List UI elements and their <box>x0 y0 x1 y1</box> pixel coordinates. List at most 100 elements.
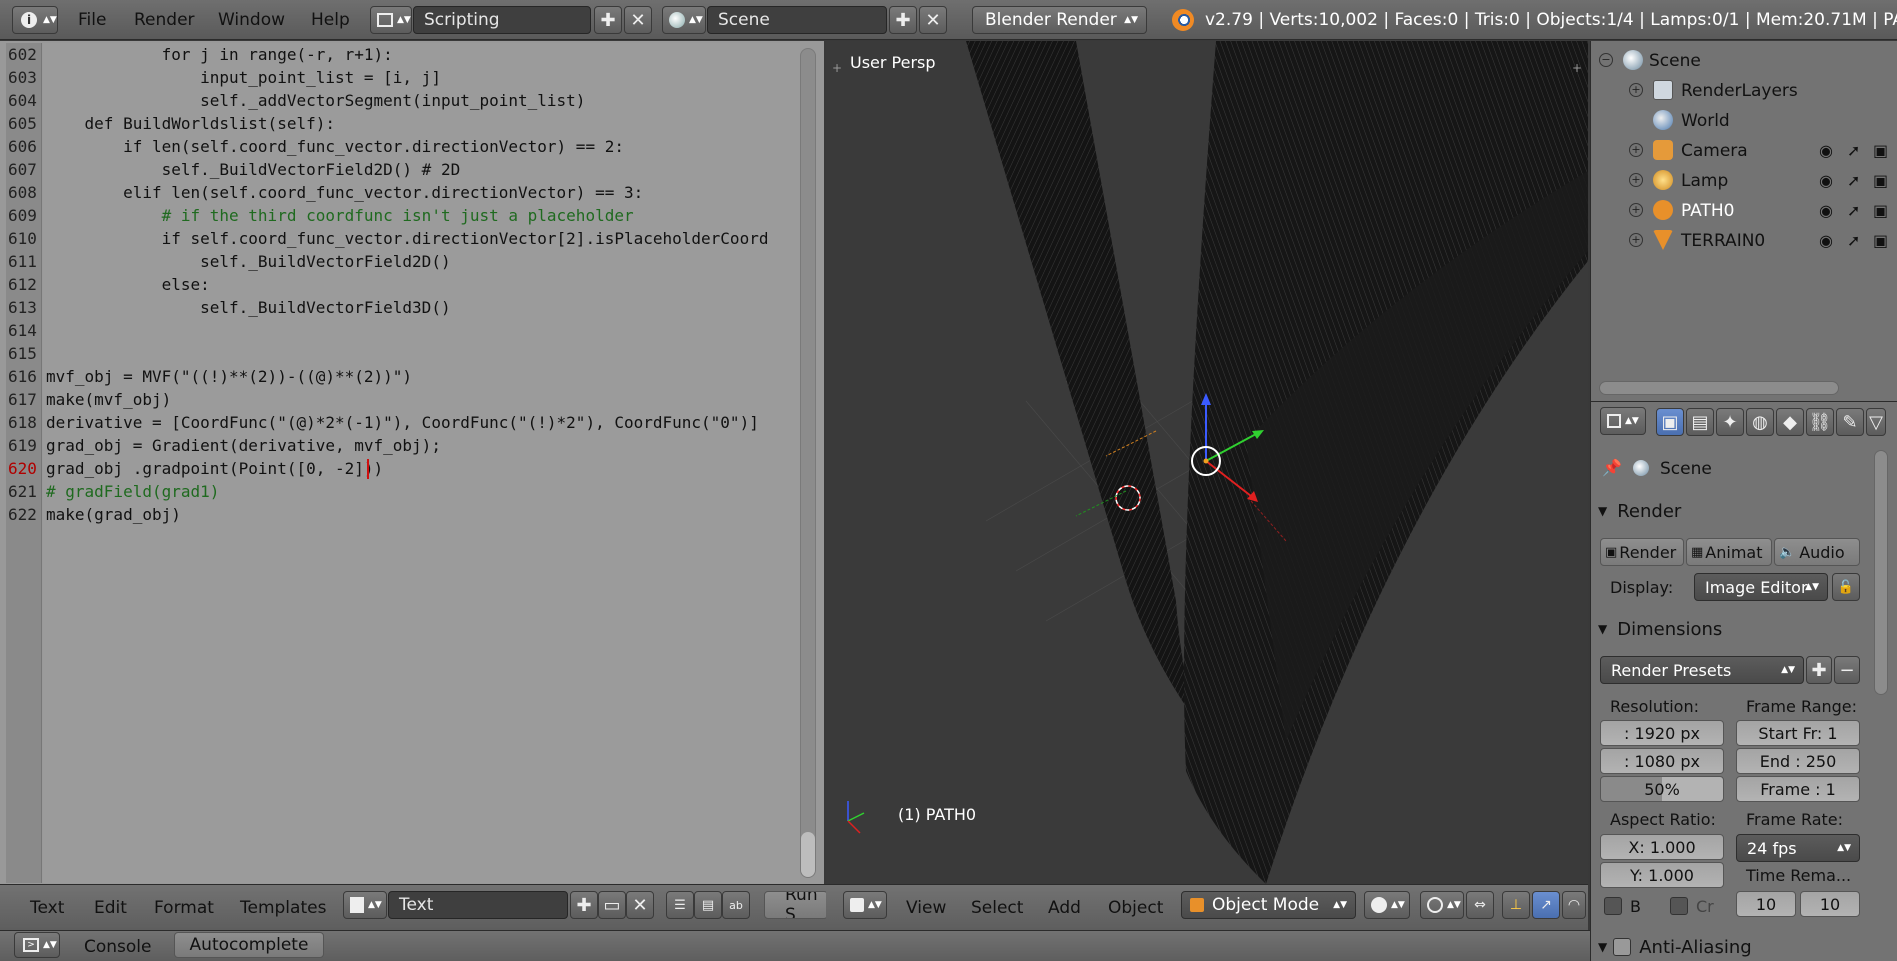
scene-tab-icon[interactable]: ✦ <box>1716 408 1744 436</box>
autocomplete-button[interactable]: Autocomplete <box>174 932 324 958</box>
anti-aliasing-panel-header[interactable]: ▼ Anti-Aliasing <box>1598 930 1878 961</box>
code-line-613[interactable]: self._BuildVectorField3D() <box>46 298 450 317</box>
menu-file[interactable]: File <box>78 10 106 30</box>
properties-scrollbar[interactable] <box>1874 450 1888 695</box>
add-preset-button[interactable]: ✚ <box>1806 656 1832 684</box>
rotate-manipulator[interactable]: ↗ <box>1532 891 1560 919</box>
outliner-row-scene[interactable]: − Scene <box>1591 45 1897 75</box>
expand-icon[interactable]: + <box>1629 83 1643 97</box>
border-checkbox[interactable] <box>1604 897 1622 915</box>
screen-layout-field[interactable]: Scripting <box>413 6 591 34</box>
display-select[interactable]: Image Editor ▲▼ <box>1694 573 1828 601</box>
dimensions-panel-header[interactable]: ▼ Dimensions <box>1598 612 1878 646</box>
resolution-y-field[interactable]: : 1080 px <box>1600 748 1724 774</box>
code-line-603[interactable]: input_point_list = [i, j] <box>46 68 441 87</box>
menu-edit[interactable]: Edit <box>94 898 127 918</box>
menu-templates[interactable]: Templates <box>240 898 326 918</box>
aspect-y-field[interactable]: Y: 1.000 <box>1600 862 1724 888</box>
console-editor-type-button[interactable]: > ▲▼ <box>14 932 60 958</box>
outliner-row-path0[interactable]: + PATH0 ◉ ➚ ▣ <box>1591 195 1897 225</box>
remove-preset-button[interactable]: − <box>1834 656 1860 684</box>
object-tab-icon[interactable]: ◆ <box>1776 408 1804 436</box>
code-line-622[interactable]: make(grad_obj) <box>46 505 181 524</box>
3d-viewport[interactable]: User Persp (1) PATH0 + + <box>826 41 1588 884</box>
eye-icon[interactable]: ◉ <box>1819 231 1833 250</box>
open-text-button[interactable]: ▭ <box>598 891 626 919</box>
code-line-611[interactable]: self._BuildVectorField2D() <box>46 252 450 271</box>
constraints-tab-icon[interactable]: ⛓ <box>1806 408 1834 436</box>
editor-scrollbar-thumb[interactable] <box>801 832 815 877</box>
resolution-percentage-field[interactable]: 50% <box>1600 776 1724 802</box>
render-panel-header[interactable]: ▼ Render <box>1598 494 1878 528</box>
outliner-row-lamp[interactable]: + Lamp ◉ ➚ ▣ <box>1591 165 1897 195</box>
code-line-605[interactable]: def BuildWorldslist(self): <box>46 114 335 133</box>
render-camera-icon[interactable]: ▣ <box>1873 231 1888 250</box>
start-frame-field[interactable]: Start Fr: 1 <box>1736 720 1860 746</box>
render-button[interactable]: ▣ Render <box>1600 538 1684 566</box>
editor-scrollbar[interactable] <box>800 48 816 878</box>
modifiers-tab-icon[interactable]: ✎ <box>1836 408 1864 436</box>
console-menu[interactable]: Console <box>84 937 152 957</box>
syntax-highlight-toggle[interactable]: ab <box>722 891 750 919</box>
menu-render[interactable]: Render <box>134 10 195 30</box>
code-line-609[interactable]: # if the third coordfunc isn't just a pl… <box>46 206 634 225</box>
expand-icon[interactable]: + <box>1629 143 1643 157</box>
time-old-field[interactable]: 10 <box>1736 891 1796 917</box>
end-frame-field[interactable]: End : 250 <box>1736 748 1860 774</box>
remove-scene-button[interactable]: ✕ <box>919 6 947 34</box>
cursor-select-icon[interactable]: ➚ <box>1847 201 1860 220</box>
corner-plus-icon[interactable]: + <box>832 61 842 75</box>
code-line-604[interactable]: self._addVectorSegment(input_point_list) <box>46 91 585 110</box>
expand-icon[interactable]: + <box>1629 173 1643 187</box>
menu-format[interactable]: Format <box>154 898 214 918</box>
outliner-row-renderlayers[interactable]: + RenderLayers <box>1591 75 1897 105</box>
outliner-row-world[interactable]: World <box>1591 105 1897 135</box>
code-line-608[interactable]: elif len(self.coord_func_vector.directio… <box>46 183 643 202</box>
crop-checkbox[interactable] <box>1670 897 1688 915</box>
code-line-619[interactable]: grad_obj = Gradient(derivative, mvf_obj)… <box>46 436 441 455</box>
render-camera-icon[interactable]: ▣ <box>1873 201 1888 220</box>
render-layers-tab-icon[interactable]: ▤ <box>1686 408 1714 436</box>
render-camera-icon[interactable]: ▣ <box>1873 171 1888 190</box>
data-tab-icon[interactable]: ▽ <box>1866 408 1886 436</box>
outliner-row-terrain0[interactable]: + TERRAIN0 ◉ ➚ ▣ <box>1591 225 1897 255</box>
pivot-point-select[interactable]: ▲▼ <box>1420 891 1464 919</box>
editor-type-button[interactable]: i ▲▼ <box>12 6 58 34</box>
text-browse-button[interactable]: ▲▼ <box>343 891 387 919</box>
render-engine-select[interactable]: Blender Render ▲▼ <box>972 6 1147 34</box>
menu-add[interactable]: Add <box>1048 898 1081 918</box>
code-line-610[interactable]: if self.coord_func_vector.directionVecto… <box>46 229 769 248</box>
eye-icon[interactable]: ◉ <box>1819 201 1833 220</box>
cursor-select-icon[interactable]: ➚ <box>1847 231 1860 250</box>
code-line-607[interactable]: self._BuildVectorField2D() # 2D <box>46 160 461 179</box>
menu-text[interactable]: Text <box>30 898 64 918</box>
menu-select[interactable]: Select <box>971 898 1023 918</box>
eye-icon[interactable]: ◉ <box>1819 141 1833 160</box>
menu-help[interactable]: Help <box>311 10 350 30</box>
aspect-x-field[interactable]: X: 1.000 <box>1600 834 1724 860</box>
properties-editor-type-button[interactable]: ▲▼ <box>1600 407 1646 435</box>
pin-icon[interactable]: 📌 <box>1602 458 1622 477</box>
code-line-617[interactable]: make(mvf_obj) <box>46 390 171 409</box>
scene-name-field[interactable]: Scene <box>707 6 887 34</box>
audio-button[interactable]: 🔈 Audio <box>1774 538 1860 566</box>
code-line-616[interactable]: mvf_obj = MVF("((!)**(2))-((@)**(2))") <box>46 367 412 386</box>
resolution-x-field[interactable]: : 1920 px <box>1600 720 1724 746</box>
time-new-field[interactable]: 10 <box>1800 891 1860 917</box>
expand-icon[interactable]: + <box>1629 233 1643 247</box>
code-line-618[interactable]: derivative = [CoordFunc("(@)*2*(-1)"), C… <box>46 413 759 432</box>
code-line-602[interactable]: for j in range(-r, r+1): <box>46 45 393 64</box>
word-wrap-toggle[interactable]: ▤ <box>694 891 722 919</box>
new-text-button[interactable]: ✚ <box>570 891 598 919</box>
remove-screen-button[interactable]: ✕ <box>624 6 652 34</box>
code-line-621[interactable]: # gradField(grad1) <box>46 482 219 501</box>
render-camera-icon[interactable]: ▣ <box>1873 141 1888 160</box>
anti-aliasing-checkbox[interactable] <box>1613 938 1632 956</box>
render-tab-camera-icon[interactable]: ▣ <box>1656 408 1684 436</box>
render-presets-select[interactable]: Render Presets ▲▼ <box>1600 656 1804 684</box>
menu-window[interactable]: Window <box>218 10 285 30</box>
code-line-612[interactable]: else: <box>46 275 210 294</box>
line-numbers-toggle[interactable]: ☰ <box>666 891 694 919</box>
scale-manipulator[interactable]: ◠ <box>1562 891 1586 919</box>
cursor-select-icon[interactable]: ➚ <box>1847 171 1860 190</box>
